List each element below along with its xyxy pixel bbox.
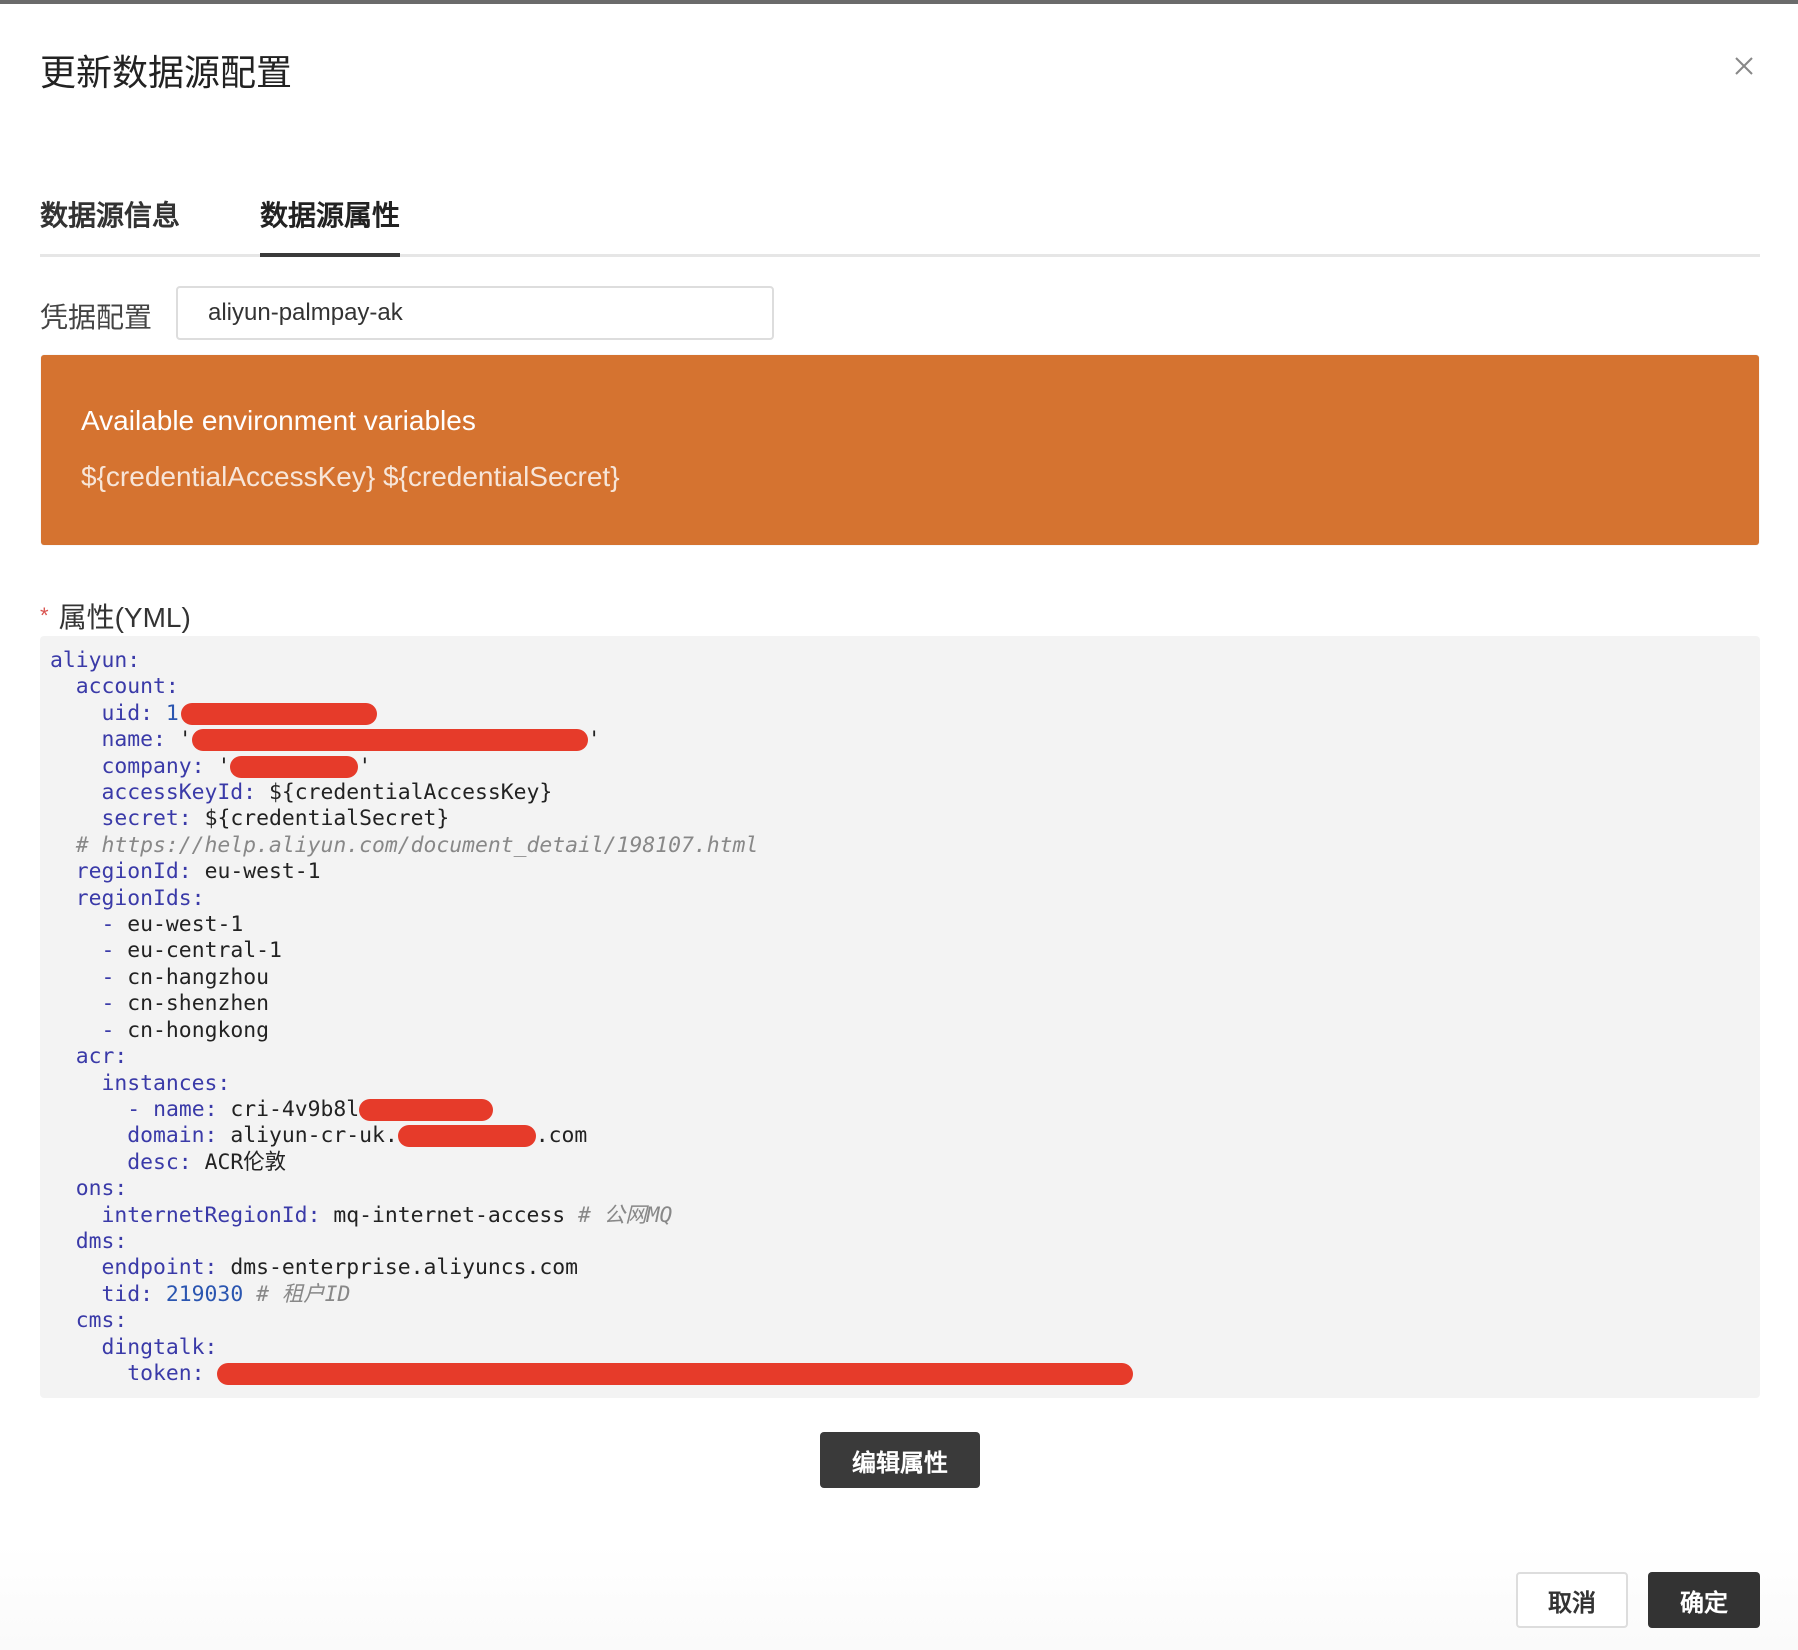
code-value: eu-west-1 — [127, 912, 244, 938]
code-value: aliyun-cr-uk. — [230, 1123, 398, 1149]
code-key: dms: — [50, 1228, 128, 1254]
tab-datasource-properties[interactable]: 数据源属性 — [260, 194, 401, 257]
credential-label: 凭据配置 — [40, 302, 153, 333]
code-key: cms: — [50, 1308, 128, 1334]
code-key: secret: — [50, 806, 192, 832]
yml-label-text: 属性(YML) — [58, 602, 191, 633]
code-key: domain: — [50, 1123, 218, 1149]
confirm-button[interactable]: 确定 — [1648, 1572, 1760, 1628]
code-key: acr: — [50, 1044, 128, 1070]
code-value: ' — [217, 753, 231, 779]
code-key: name: — [50, 727, 166, 753]
code-value: cn-hangzhou — [127, 964, 269, 990]
close-icon[interactable] — [1724, 46, 1764, 86]
code-value: dms-enterprise.aliyuncs.com — [230, 1255, 579, 1281]
update-datasource-dialog: 更新数据源配置 数据源信息 数据源属性 凭据配置 aliyun-palmpay-… — [0, 4, 1798, 1650]
code-value: eu-west-1 — [204, 859, 321, 885]
code-value: ${credentialAccessKey} — [268, 780, 553, 806]
redaction-mark — [359, 1098, 494, 1121]
code-comment: # 公网MQ — [578, 1202, 673, 1228]
tab-bar: 数据源信息 数据源属性 — [40, 194, 1760, 257]
redaction-mark — [180, 702, 377, 725]
code-value: ${credentialSecret} — [204, 806, 450, 832]
redaction-mark — [397, 1125, 536, 1148]
redaction-mark — [191, 729, 588, 752]
code-key: regionId: — [50, 859, 192, 885]
code-key: desc: — [50, 1149, 192, 1175]
credential-select[interactable]: aliyun-palmpay-ak — [176, 286, 774, 340]
code-comment: # https://help.aliyun.com/document_detai… — [50, 832, 759, 858]
code-value: 1 — [165, 700, 179, 726]
code-value: .com — [535, 1123, 588, 1149]
required-mark: * — [40, 603, 49, 628]
code-line: aliyun: — [50, 648, 141, 673]
code-value: eu-central-1 — [127, 938, 282, 964]
redaction-mark — [217, 1362, 1134, 1385]
code-key: token: — [50, 1360, 205, 1386]
code-key: internetRegionId: — [50, 1202, 321, 1228]
banner-heading: Available environment variables — [81, 405, 476, 436]
code-value: cn-hongkong — [127, 1017, 269, 1043]
code-key: company: — [50, 753, 205, 779]
code-value: 219030 — [165, 1281, 244, 1307]
dialog-title: 更新数据源配置 — [40, 52, 293, 93]
code-value: mq-internet-access — [333, 1202, 566, 1228]
yml-label: * 属性(YML) — [40, 596, 191, 636]
code-key: name: — [153, 1096, 218, 1122]
code-comment: # 租户ID — [256, 1281, 351, 1307]
code-value: ' — [178, 727, 192, 753]
code-key: ons: — [50, 1176, 128, 1202]
code-key: uid: — [50, 700, 154, 726]
edit-properties-button[interactable]: 编辑属性 — [820, 1432, 980, 1488]
code-value: ' — [358, 753, 372, 779]
yml-code-viewer[interactable]: aliyun: account: uid: 1 name: ' ' company… — [40, 636, 1760, 1398]
code-value: cn-shenzhen — [127, 991, 269, 1017]
banner-variables: ${credentialAccessKey} ${credentialSecre… — [81, 461, 620, 492]
code-value: cri-4v9b8l — [230, 1096, 360, 1122]
code-key: accessKeyId: — [50, 780, 257, 806]
code-value: ' — [587, 727, 601, 753]
code-key: endpoint: — [50, 1255, 218, 1281]
code-line: account: — [50, 674, 179, 700]
code-key: dingtalk: — [50, 1334, 218, 1360]
code-value: ACR伦敦 — [204, 1149, 286, 1175]
cancel-button[interactable]: 取消 — [1516, 1572, 1628, 1628]
tab-datasource-info[interactable]: 数据源信息 — [40, 194, 180, 251]
code-key: instances: — [50, 1070, 231, 1096]
redaction-mark — [230, 755, 359, 778]
code-key: tid: — [50, 1281, 154, 1307]
env-variables-banner: Available environment variables ${creden… — [41, 355, 1759, 545]
code-key: regionIds: — [50, 885, 205, 911]
